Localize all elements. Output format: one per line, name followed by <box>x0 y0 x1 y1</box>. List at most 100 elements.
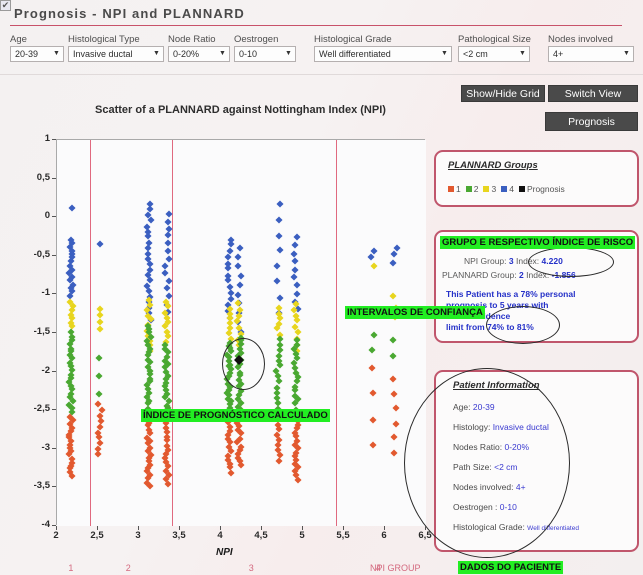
x-axis-tick-mark <box>97 526 98 530</box>
scatter-point <box>369 441 377 449</box>
plannard-group-value: 2 <box>519 270 524 280</box>
scatter-point <box>276 246 284 254</box>
legend-swatch-icon <box>448 186 454 192</box>
chevron-down-icon[interactable]: ▼ <box>438 47 451 61</box>
scatter-point <box>164 302 172 310</box>
chevron-down-icon[interactable]: ▼ <box>50 47 63 61</box>
legend-item-3[interactable]: 3 <box>483 184 496 194</box>
x-axis-tick-mark <box>302 526 303 530</box>
ellipse-annotation-risk-index <box>528 247 614 277</box>
scatter-point <box>294 476 302 484</box>
y-axis-tick-label: -3 <box>41 441 50 453</box>
scatter-point <box>236 281 244 289</box>
legend-item-2[interactable]: 2 <box>465 184 479 194</box>
y-axis-tick-label: -2 <box>41 364 50 376</box>
scatter-point <box>370 331 378 339</box>
y-axis-tick-mark <box>52 139 56 140</box>
scatter-point <box>389 258 397 267</box>
chevron-down-icon[interactable]: ▼ <box>216 47 229 61</box>
scatter-point <box>391 419 400 428</box>
legend: 1 2 3 4 Prognosis <box>448 184 565 194</box>
show-hide-grid-button[interactable]: Show/Hide Grid <box>461 85 545 102</box>
scatter-point <box>237 461 245 469</box>
x-axis-label: NPI <box>216 547 233 558</box>
scatter-point <box>290 273 298 281</box>
switch-view-button[interactable]: Switch View <box>548 85 638 102</box>
scatter-point <box>163 284 171 292</box>
scatter-point <box>224 276 232 284</box>
legend-item-prognosis[interactable]: Prognosis <box>518 184 565 194</box>
scatter-point <box>291 399 299 407</box>
filter-oestrogen-label: Oestrogen <box>234 34 279 45</box>
annotation-dados-paciente: DADOS DO PACIENTE <box>458 561 564 574</box>
filter-histological-grade-select[interactable]: Well differentiated ▼ <box>314 46 452 62</box>
scatter-point <box>95 390 103 398</box>
prognosis-button[interactable]: Prognosis <box>545 112 638 131</box>
chart-title: Scatter of a PLANNARD against Nottingham… <box>95 104 386 116</box>
scatter-point <box>237 272 245 280</box>
legend-item-label: 2 <box>473 184 479 194</box>
filter-age-select[interactable]: 20-39 ▼ <box>10 46 64 62</box>
filter-oestrogen-select[interactable]: 0-10 ▼ <box>234 46 296 62</box>
filter-pathological-size-select[interactable]: <2 cm ▼ <box>458 46 530 62</box>
scatter-point <box>368 346 376 354</box>
chevron-down-icon[interactable]: ▼ <box>150 47 163 61</box>
x-axis-tick-mark <box>261 526 262 530</box>
scatter-point <box>234 253 242 261</box>
scatter-point <box>389 351 398 360</box>
scatter-point <box>275 216 283 224</box>
annotation-intervalos: INTERVALOS DE CONFIANÇA <box>345 306 485 319</box>
chevron-down-icon[interactable]: ▼ <box>516 47 529 61</box>
scatter-point <box>164 218 172 226</box>
legend-item-4[interactable]: 4 <box>501 184 514 194</box>
filter-node-ratio-select[interactable]: 0-20% ▼ <box>168 46 230 62</box>
y-axis-tick-mark <box>52 216 56 218</box>
y-axis-tick-mark <box>52 409 56 411</box>
filter-node-ratio: Node Ratio 0-20% ▼ <box>168 34 230 62</box>
filter-bar: Age 20-39 ▼ Histological Type Invasive ducta… <box>0 34 643 70</box>
scatter-point <box>293 290 301 298</box>
npi-group-boundary-line <box>89 140 91 526</box>
legend-swatch-icon <box>465 186 472 192</box>
scatter-point <box>392 404 400 412</box>
filter-pathological-size-label: Pathological Size <box>458 34 531 45</box>
scatter-point <box>389 292 397 300</box>
prognosis-checkbox[interactable]: ✔ <box>0 0 11 11</box>
scatter-plot[interactable] <box>56 139 426 526</box>
x-axis-tick-label: 5 <box>299 530 305 541</box>
x-axis-tick-label: 4 <box>217 530 223 541</box>
scatter-point <box>294 328 302 336</box>
x-axis-tick-mark <box>220 526 221 530</box>
scatter-point <box>224 264 232 272</box>
filter-oestrogen-value: 0-10 <box>239 49 258 59</box>
scatter-point <box>273 262 281 270</box>
y-axis-tick-mark <box>52 447 56 449</box>
chevron-down-icon[interactable]: ▼ <box>282 47 295 61</box>
x-axis-tick-mark <box>138 526 139 530</box>
x-axis-tick-label: 2,5 <box>90 530 104 541</box>
legend-item-1[interactable]: 1 <box>448 184 461 194</box>
npi-group-tick-label: 3 <box>248 563 254 573</box>
y-axis-tick-label: 1 <box>44 133 50 144</box>
y-axis-tick-mark <box>52 293 56 295</box>
x-axis-tick-label: 5,5 <box>336 530 350 541</box>
filter-histological-type-select[interactable]: Invasive ductal ▼ <box>68 46 164 62</box>
legend-item-label: 3 <box>491 184 497 194</box>
npi-group-value: 3 <box>508 256 514 266</box>
filter-pathological-size: Pathological Size <2 cm ▼ <box>458 34 531 62</box>
y-axis-tick-label: -1 <box>41 287 50 299</box>
scatter-point <box>390 449 398 457</box>
filter-pathological-size-value: <2 cm <box>463 49 488 59</box>
x-axis-tick-label: 4,5 <box>254 530 268 541</box>
scatter-point <box>236 244 244 252</box>
x-axis-tick-label: 2 <box>53 530 59 541</box>
plannard-groups-panel: PLANNARD Groups 1 2 3 4 Prognosis <box>434 150 639 207</box>
scatter-point <box>96 318 104 326</box>
scatter-point <box>234 262 242 270</box>
y-axis-tick-label: -0,5 <box>33 248 50 260</box>
chevron-down-icon[interactable]: ▼ <box>620 47 633 61</box>
legend-swatch-icon <box>518 186 525 192</box>
scatter-point <box>95 372 103 380</box>
filter-nodes-involved-select[interactable]: 4+ ▼ <box>548 46 634 62</box>
scatter-point <box>96 325 104 333</box>
